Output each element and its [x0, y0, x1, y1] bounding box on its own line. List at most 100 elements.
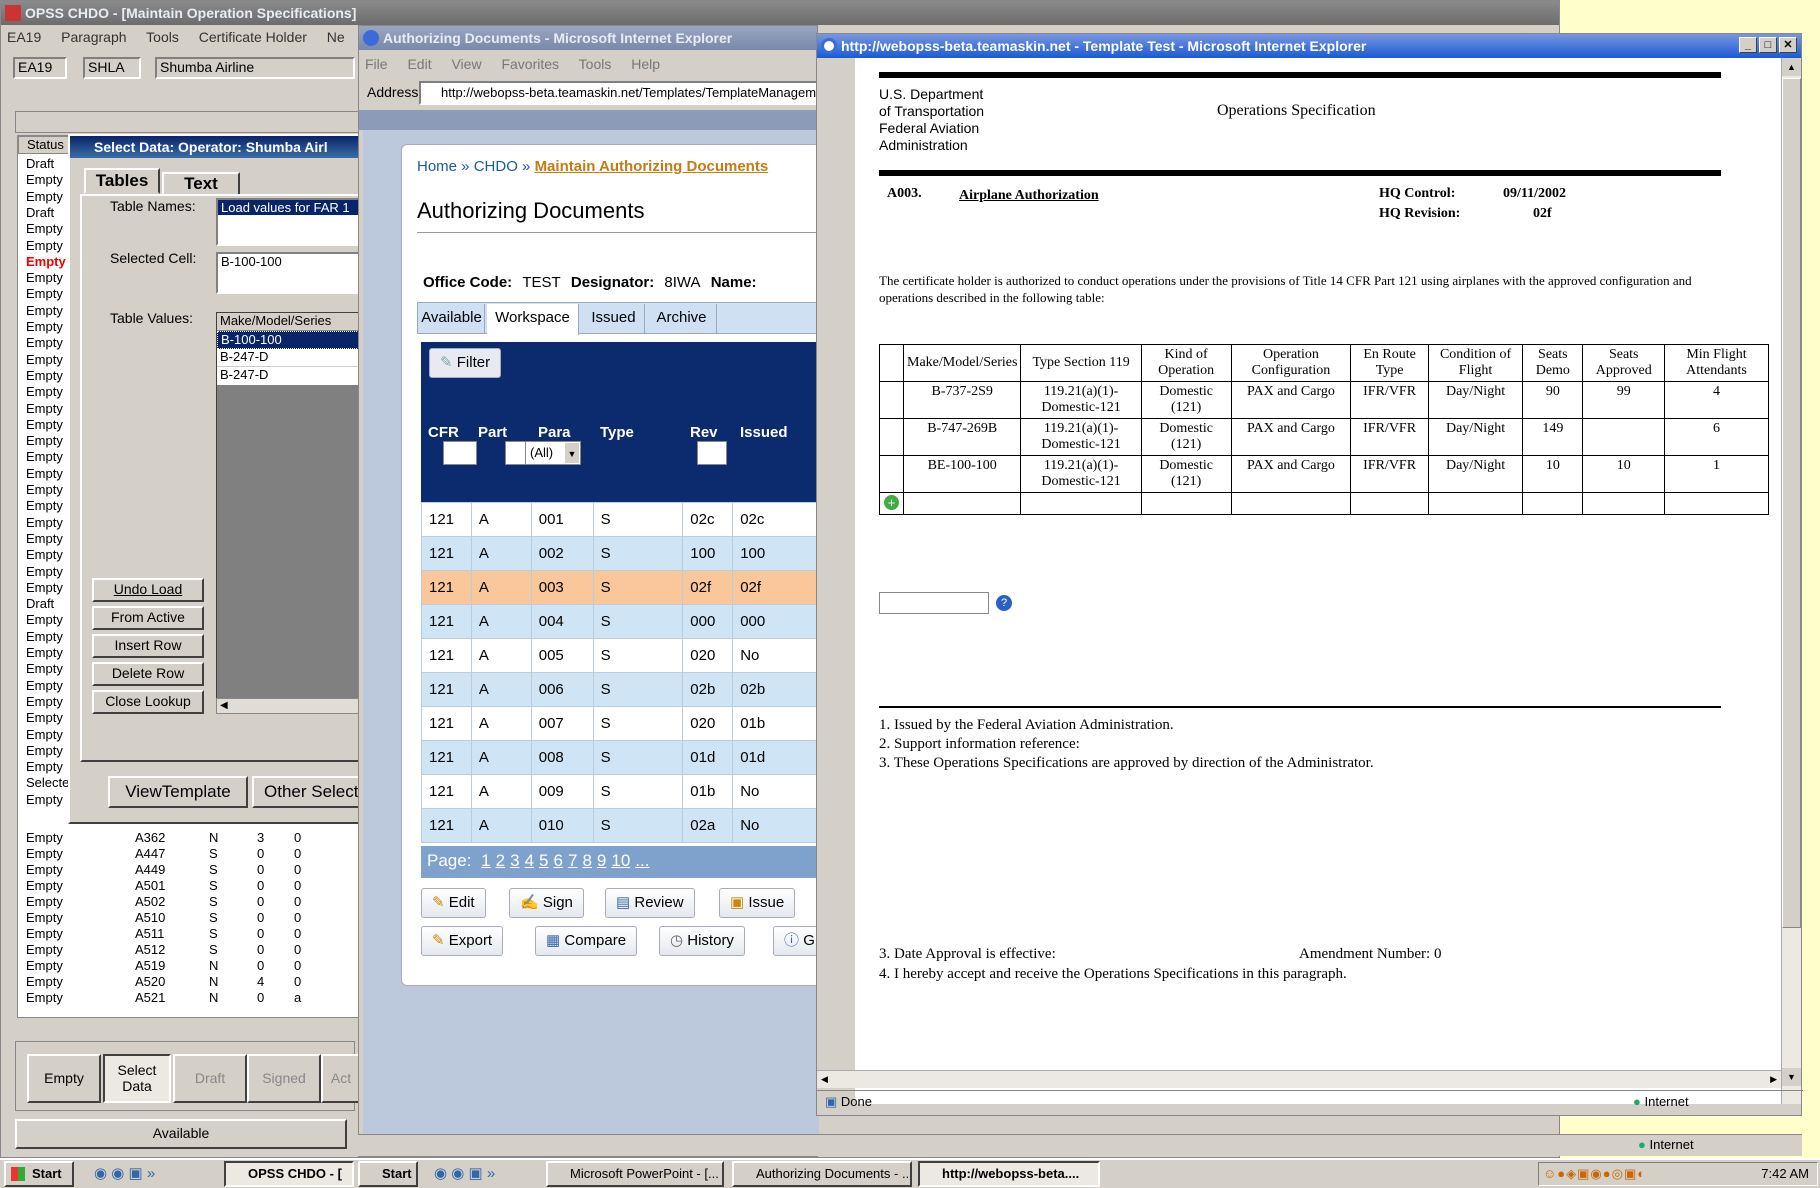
- aircraft-cell[interactable]: 119.21(a)(1)-Domestic-121: [1020, 418, 1142, 456]
- grid-value-row[interactable]: B-247-D: [217, 349, 365, 367]
- view-template-button[interactable]: ViewTemplate: [108, 776, 248, 808]
- other-select-button[interactable]: Other Select: [252, 776, 372, 808]
- status-item[interactable]: Draft: [26, 596, 54, 612]
- tab-archive[interactable]: Archive: [647, 304, 717, 334]
- address-url[interactable]: http://webopss-beta.teamaskin.net/Templa…: [441, 85, 817, 100]
- edit-button[interactable]: ✎ Edit: [421, 888, 486, 918]
- status-item[interactable]: Empty: [26, 710, 63, 726]
- aircraft-cell[interactable]: Domestic (121): [1140, 455, 1232, 493]
- status-item[interactable]: Empty: [26, 727, 63, 743]
- breadcrumb-chdo[interactable]: CHDO: [474, 158, 518, 175]
- tab-tables[interactable]: Tables: [84, 168, 160, 194]
- menu-favorites[interactable]: Favorites: [501, 56, 559, 72]
- status-item[interactable]: Empty: [26, 466, 63, 482]
- table-names-list[interactable]: Load values for FAR 1: [216, 198, 366, 246]
- issue-button[interactable]: ▣ Issue: [719, 888, 796, 918]
- status-item[interactable]: Empty: [26, 678, 63, 694]
- insert-row-button[interactable]: Insert Row: [92, 634, 204, 658]
- maximize-icon[interactable]: □: [1759, 37, 1777, 53]
- breadcrumb-home[interactable]: Home: [417, 158, 457, 175]
- aircraft-cell[interactable]: 99: [1582, 381, 1665, 419]
- status-item[interactable]: Empty: [26, 433, 63, 449]
- aircraft-cell[interactable]: Day/Night: [1427, 418, 1524, 456]
- page-link[interactable]: ...: [635, 851, 649, 870]
- menu-item[interactable]: Paragraph: [61, 29, 126, 45]
- aircraft-row[interactable]: B-747-269B 119.21(a)(1)-Domestic-121 Domes…: [879, 418, 1769, 456]
- clock[interactable]: 7:42 AM: [1761, 1163, 1809, 1185]
- op-spec-row[interactable]: Empty A502 S 0 0: [26, 894, 356, 910]
- row-selector[interactable]: [879, 418, 904, 456]
- aircraft-cell[interactable]: B-747-269B: [902, 418, 1022, 456]
- op-spec-row[interactable]: Empty A512 S 0 0: [26, 942, 356, 958]
- op-spec-row[interactable]: Empty A501 S 0 0: [26, 878, 356, 894]
- status-item[interactable]: Empty: [26, 319, 63, 335]
- status-item[interactable]: Empty: [26, 401, 63, 417]
- hscrollbar[interactable]: ◀ ▶: [817, 1070, 1781, 1088]
- status-item[interactable]: Empty: [26, 189, 63, 205]
- grid-value-row[interactable]: B-247-D: [217, 367, 365, 385]
- row-selector[interactable]: [879, 381, 904, 419]
- type-filter-select[interactable]: (All) ▼: [525, 441, 581, 465]
- menu-file[interactable]: File: [365, 56, 388, 72]
- status-item[interactable]: Empty: [26, 352, 63, 368]
- aircraft-cell[interactable]: 149: [1522, 418, 1584, 456]
- status-item[interactable]: Empty: [26, 172, 63, 188]
- status-item[interactable]: Empty: [26, 221, 63, 237]
- aircraft-cell[interactable]: [1582, 418, 1665, 456]
- doc-grid-row[interactable]: 121 A 003 S 02f 02f: [421, 570, 821, 605]
- op-spec-row[interactable]: Empty A519 N 0 0: [26, 958, 356, 974]
- status-item[interactable]: Empty: [26, 612, 63, 628]
- col-issued[interactable]: Issued: [733, 420, 803, 445]
- page-link[interactable]: 4: [525, 851, 534, 870]
- op-spec-row[interactable]: Empty A520 N 4 0: [26, 974, 356, 990]
- doc-grid-row[interactable]: 121 A 005 S 020 No: [421, 638, 821, 673]
- aircraft-cell[interactable]: IFR/VFR: [1350, 381, 1429, 419]
- status-item[interactable]: Empty: [26, 286, 63, 302]
- tab-draft[interactable]: Draft: [173, 1054, 247, 1103]
- doc-grid-row[interactable]: 121 A 002 S 100 100: [421, 536, 821, 571]
- aircraft-cell[interactable]: BE-100-100: [902, 455, 1022, 493]
- status-item[interactable]: Empty: [26, 743, 63, 759]
- tab-available[interactable]: Available: [419, 304, 485, 334]
- history-button[interactable]: ◷ History: [659, 926, 745, 956]
- page-link[interactable]: 9: [597, 851, 606, 870]
- aircraft-row[interactable]: BE-100-100 119.21(a)(1)-Domestic-121 Domes…: [879, 455, 1769, 493]
- delete-row-button[interactable]: Delete Row: [92, 662, 204, 686]
- scroll-down-icon[interactable]: ▼: [1782, 1068, 1801, 1086]
- page-link[interactable]: 1: [481, 851, 490, 870]
- page-link[interactable]: 5: [539, 851, 548, 870]
- scroll-up-icon[interactable]: ▲: [1782, 58, 1801, 76]
- add-row-icon[interactable]: +: [879, 492, 904, 515]
- rev-filter-input[interactable]: [697, 441, 727, 465]
- aircraft-cell[interactable]: Day/Night: [1427, 455, 1524, 493]
- review-button[interactable]: ▤ Review: [605, 888, 695, 918]
- status-item[interactable]: Empty: [26, 498, 63, 514]
- grid-hscroll[interactable]: ◀: [216, 698, 366, 714]
- task-opss[interactable]: OPSS CHDO - [: [224, 1161, 354, 1187]
- page-link[interactable]: 2: [496, 851, 505, 870]
- vscrollbar[interactable]: ▲ ▼: [1781, 58, 1801, 1104]
- aircraft-cell[interactable]: 119.21(a)(1)-Domestic-121: [1020, 381, 1142, 419]
- status-item[interactable]: Empty: [26, 564, 63, 580]
- help-icon[interactable]: ?: [996, 595, 1012, 611]
- tab-text[interactable]: Text: [162, 172, 240, 196]
- undo-load-button[interactable]: Undo Load: [92, 578, 204, 602]
- status-item[interactable]: Empty: [26, 449, 63, 465]
- col-type[interactable]: Type: [593, 420, 683, 445]
- aircraft-cell[interactable]: 6: [1664, 418, 1769, 456]
- aircraft-cell[interactable]: 10: [1582, 455, 1665, 493]
- status-item[interactable]: Empty: [26, 238, 63, 254]
- status-item[interactable]: Empty: [26, 482, 63, 498]
- aircraft-cell[interactable]: Domestic (121): [1140, 381, 1232, 419]
- op-spec-row[interactable]: Empty A449 S 0 0: [26, 862, 356, 878]
- aircraft-cell[interactable]: 90: [1522, 381, 1584, 419]
- tab-signed[interactable]: Signed: [247, 1054, 321, 1103]
- tab-issued[interactable]: Issued: [583, 304, 645, 334]
- status-item[interactable]: Empty: [26, 661, 63, 677]
- tab-empty[interactable]: Empty: [27, 1054, 101, 1103]
- close-lookup-button[interactable]: Close Lookup: [92, 690, 204, 714]
- status-item[interactable]: Empty: [26, 270, 63, 286]
- doc-grid-row[interactable]: 121 A 008 S 01d 01d: [421, 740, 821, 775]
- op-spec-row[interactable]: Empty A511 S 0 0: [26, 926, 356, 942]
- aircraft-cell[interactable]: 4: [1664, 381, 1769, 419]
